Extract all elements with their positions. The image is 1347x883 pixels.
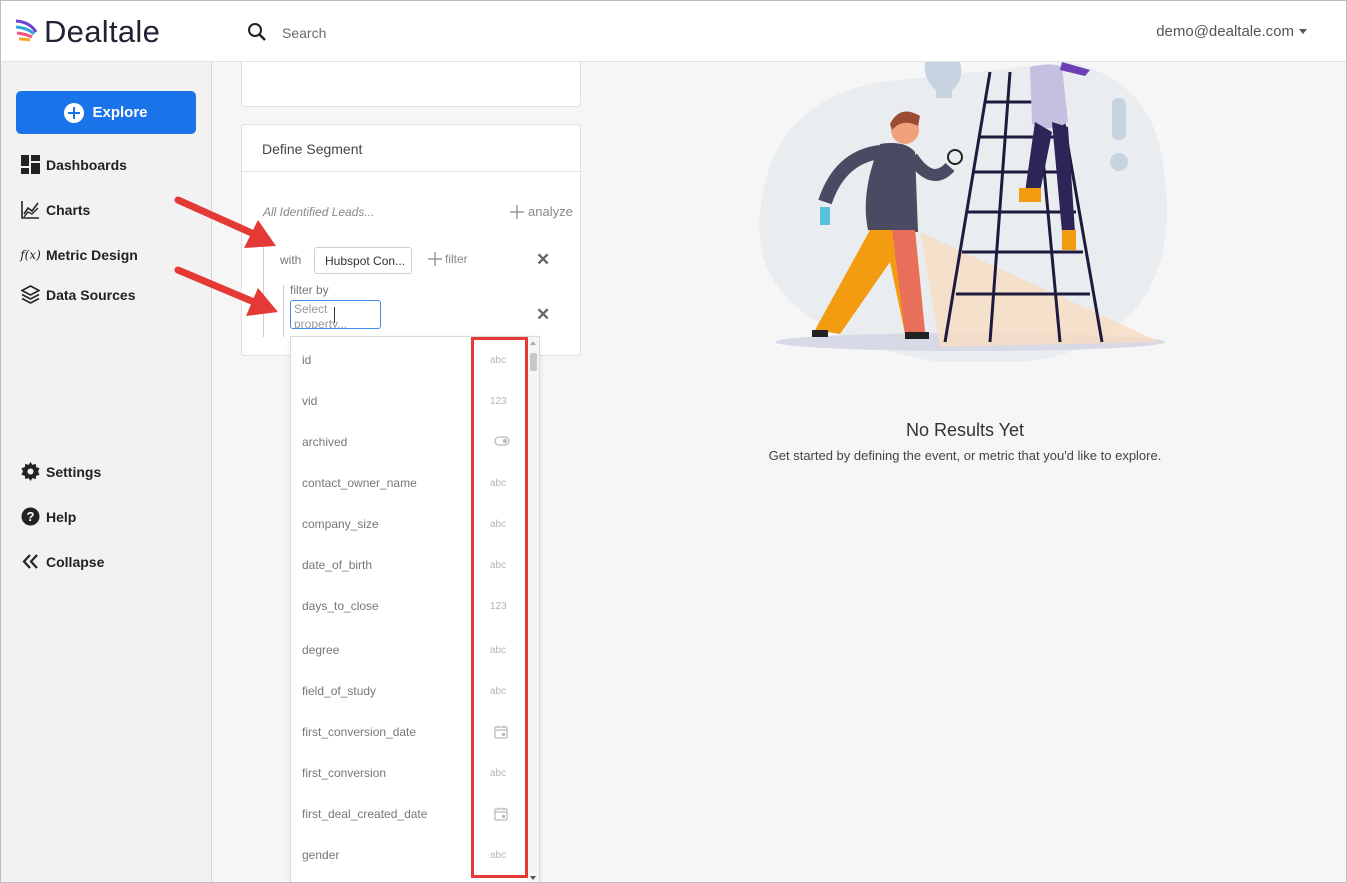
- scroll-thumb[interactable]: [530, 353, 537, 371]
- property-name: id: [302, 353, 312, 367]
- sidebar-item-collapse[interactable]: Collapse: [21, 552, 104, 571]
- sidebar-item-charts[interactable]: Charts: [21, 200, 90, 219]
- plus-icon: [428, 252, 442, 266]
- property-select-input[interactable]: Select property...: [290, 300, 381, 329]
- analyze-button[interactable]: analyze: [510, 204, 573, 219]
- sidebar-item-label: Settings: [46, 463, 102, 480]
- dealtale-logo-icon: [15, 19, 38, 42]
- filter-label: filter: [445, 252, 468, 266]
- user-menu[interactable]: demo@dealtale.com: [1156, 23, 1307, 40]
- empty-state-illustration: [759, 62, 1167, 362]
- caret-down-icon: [1299, 29, 1307, 34]
- property-name: gender: [302, 848, 340, 862]
- plus-icon: [510, 204, 524, 219]
- double-chevron-left-icon: [21, 552, 40, 571]
- dashboard-icon: [21, 155, 40, 174]
- event-panel: [241, 62, 581, 107]
- filter-by-label: filter by: [290, 283, 329, 297]
- sidebar-item-settings[interactable]: Settings: [21, 462, 101, 481]
- scrollbar[interactable]: [527, 337, 539, 882]
- property-name: date_of_birth: [302, 558, 373, 572]
- chart-icon: [21, 200, 40, 219]
- gear-icon: [21, 462, 40, 481]
- property-name: company_size: [302, 517, 379, 531]
- sidebar-item-label: Collapse: [46, 553, 105, 570]
- property-name: days_to_close: [302, 599, 379, 613]
- type-column-highlight: [471, 337, 528, 878]
- function-icon: f(x): [20, 247, 41, 262]
- add-filter-button[interactable]: filter: [428, 252, 468, 266]
- top-bar: Dealtale Search demo@dealtale.com: [0, 0, 1347, 62]
- text-cursor: [334, 307, 335, 323]
- search-icon[interactable]: [247, 22, 267, 42]
- layers-icon: [21, 285, 40, 304]
- property-name: vid: [302, 394, 318, 408]
- scroll-down-icon[interactable]: [530, 876, 536, 880]
- sidebar-item-help[interactable]: ? Help: [21, 507, 76, 526]
- empty-state-title: No Results Yet: [905, 420, 1025, 440]
- divider: [242, 171, 580, 172]
- logo[interactable]: Dealtale: [14, 14, 160, 50]
- search-input[interactable]: Search: [282, 25, 326, 41]
- logo-text: Dealtale: [44, 14, 161, 49]
- analyze-label: analyze: [528, 204, 573, 219]
- property-name: field_of_study: [302, 684, 377, 698]
- sidebar-item-label: Charts: [46, 201, 91, 218]
- sidebar-item-label: Dashboards: [46, 156, 127, 173]
- sidebar-item-dashboards[interactable]: Dashboards: [21, 155, 127, 174]
- property-name: first_conversion: [302, 766, 387, 780]
- close-icon[interactable]: ✕: [536, 250, 550, 270]
- explore-button[interactable]: Explore: [16, 91, 196, 134]
- property-name: contact_owner_name: [302, 476, 417, 490]
- property-name: degree: [302, 643, 340, 657]
- empty-state-subtitle: Get started by defining the event, or me…: [768, 448, 1162, 463]
- svg-text:?: ?: [27, 509, 35, 524]
- explore-label: Explore: [92, 104, 148, 121]
- sidebar-item-data-sources[interactable]: Data Sources: [21, 285, 135, 304]
- close-icon[interactable]: ✕: [536, 305, 550, 325]
- property-name: first_deal_created_date: [302, 807, 428, 821]
- sidebar-item-label: Metric Design: [46, 246, 138, 263]
- source-select[interactable]: Hubspot Con...: [314, 247, 412, 274]
- sidebar-item-metric-design[interactable]: f(x) Metric Design: [20, 245, 138, 264]
- scroll-up-icon[interactable]: [530, 341, 536, 345]
- annotation-arrow-icon: [174, 196, 276, 248]
- user-email: demo@dealtale.com: [1156, 23, 1294, 40]
- help-icon: ?: [21, 507, 40, 526]
- property-name: first_conversion_date: [302, 725, 417, 739]
- define-segment-panel: Define Segment All Identified Leads... a…: [241, 124, 581, 356]
- sidebar-item-label: Help: [46, 508, 77, 525]
- plus-circle-icon: [64, 102, 85, 123]
- annotation-arrow-icon: [174, 266, 278, 316]
- property-name: archived: [302, 435, 348, 449]
- sidebar-item-label: Data Sources: [46, 286, 136, 303]
- sidebar: Explore Dashboards Charts f(x) Metric De…: [0, 62, 212, 883]
- segment-title: Define Segment: [262, 141, 363, 157]
